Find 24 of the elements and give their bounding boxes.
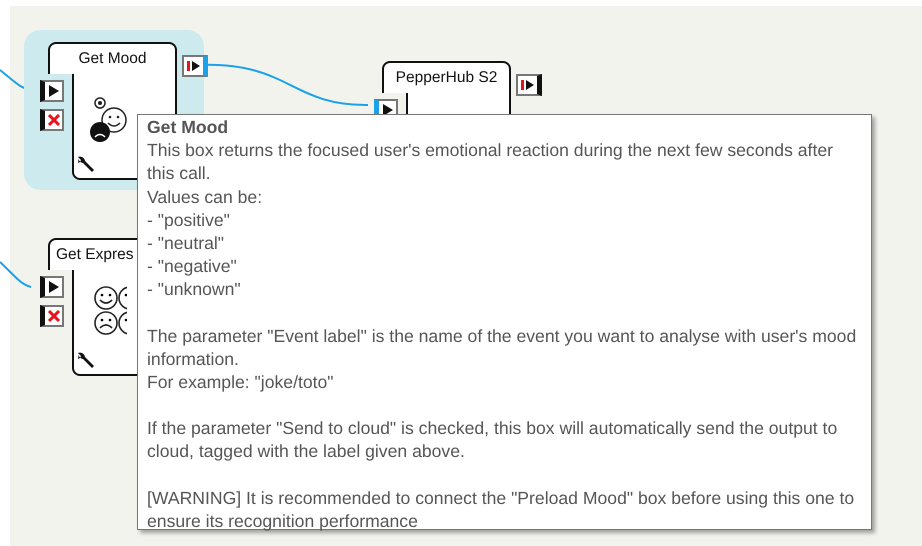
tooltip-text: - "positive": [147, 208, 231, 232]
play-icon: [382, 104, 394, 116]
close-icon: [48, 310, 60, 322]
play-port[interactable]: [40, 80, 64, 102]
node-title: Get Mood: [78, 50, 147, 68]
output-port[interactable]: [516, 74, 542, 96]
stop-port[interactable]: [40, 109, 64, 131]
play-port[interactable]: [40, 276, 64, 298]
close-icon: [48, 114, 60, 126]
output-port[interactable]: [182, 55, 208, 77]
faces-icon: [93, 286, 127, 336]
stop-port[interactable]: [40, 305, 64, 327]
tooltip-text: Values can be:: [147, 186, 264, 209]
wrench-icon[interactable]: [76, 154, 96, 174]
output-signal-icon: [520, 79, 534, 91]
output-signal-icon: [186, 60, 200, 72]
node-title: Get Expres: [56, 246, 134, 264]
tooltip-text: If the parameter "Send to cloud" is checked, this box will automatically send the output to cloud, tagged with the label given above.: [147, 417, 838, 464]
node-title: PepperHub S2: [396, 69, 498, 87]
tooltip-text: [WARNING] It is recommended to connect the "Preload Mood" box before using this one to ensure its recognition performance: [147, 486, 856, 533]
play-icon: [48, 85, 60, 97]
wire: [0, 261, 32, 288]
play-icon: [48, 281, 60, 293]
wrench-icon[interactable]: [76, 350, 96, 370]
